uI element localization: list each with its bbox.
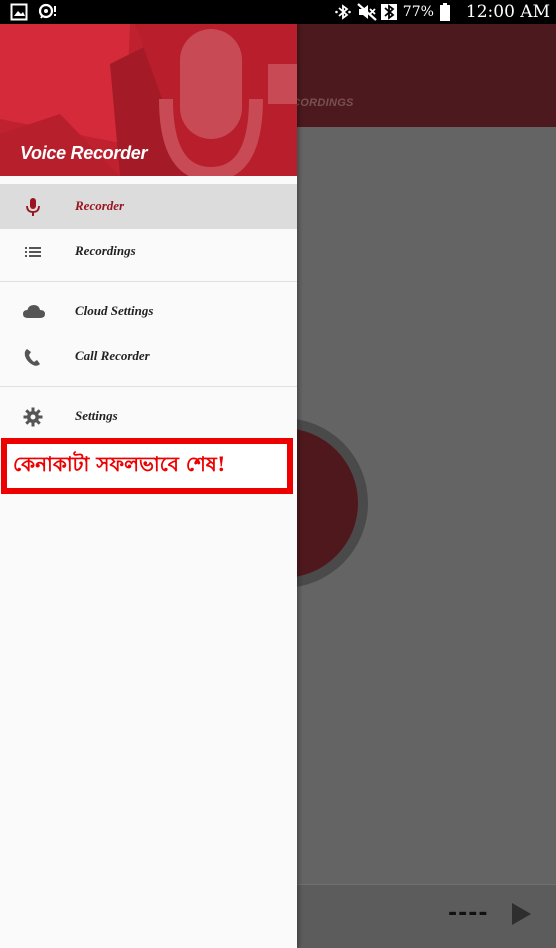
play-icon[interactable] <box>512 903 531 925</box>
status-bar: 77% 12:00 AM <box>0 0 556 24</box>
menu-item-call-recorder[interactable]: Call Recorder <box>0 334 297 379</box>
list-icon <box>22 241 44 263</box>
drawer-header: Voice Recorder <box>0 24 297 176</box>
menu-label: Cloud Settings <box>75 303 154 318</box>
mute-icon <box>357 3 377 21</box>
cloud-icon <box>22 301 45 323</box>
banner-text: কেনাকাটা সফলভাবে শেষ! <box>13 451 226 476</box>
menu-label: Call Recorder <box>75 348 150 363</box>
divider <box>0 281 297 282</box>
menu-label: Recorder <box>75 198 125 213</box>
phone-icon <box>22 346 44 368</box>
battery-level: 77% <box>402 4 434 20</box>
purchase-success-banner: কেনাকাটা সফলভাবে শেষ! <box>1 438 293 494</box>
app-title: Voice Recorder <box>20 143 148 163</box>
menu-label: Settings <box>75 408 118 423</box>
bluetooth-icon <box>334 3 352 21</box>
menu-label: Recordings <box>75 243 136 258</box>
tab-recordings[interactable]: CORDINGS <box>292 97 354 109</box>
navigation-drawer: Voice Recorder Recorder Recordings Cloud… <box>0 24 297 948</box>
clock: 12:00 AM <box>465 2 550 22</box>
battery-icon <box>439 3 457 21</box>
bluetooth-icon <box>380 3 398 21</box>
divider <box>0 386 297 387</box>
gear-icon <box>22 406 44 428</box>
playback-timer: ---- <box>448 901 489 926</box>
gallery-icon <box>10 3 28 21</box>
mic-icon <box>22 196 44 218</box>
menu-item-settings[interactable]: Settings <box>0 394 297 439</box>
chat-icon <box>38 3 56 21</box>
menu-item-recordings[interactable]: Recordings <box>0 229 297 274</box>
menu-item-cloud-settings[interactable]: Cloud Settings <box>0 289 297 334</box>
menu-item-recorder[interactable]: Recorder <box>0 184 297 229</box>
